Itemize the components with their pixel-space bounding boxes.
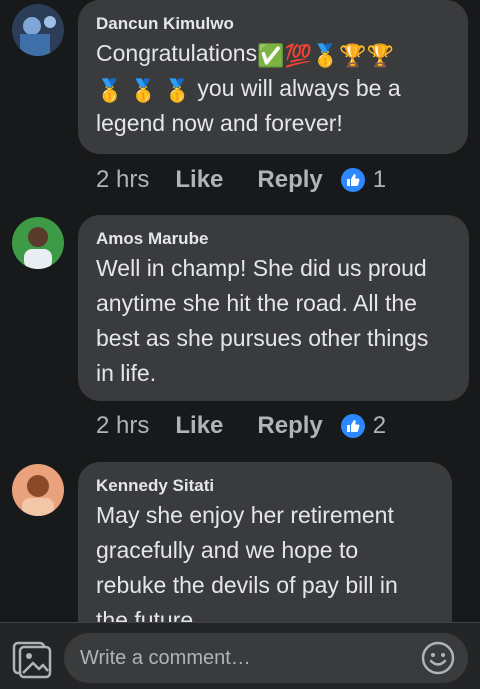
- avatar[interactable]: [12, 217, 64, 269]
- comment-text: Well in champ! She did us proud anytime …: [96, 255, 429, 386]
- comment-text-start: Congratulations: [96, 40, 258, 66]
- like-button[interactable]: Like: [175, 412, 223, 440]
- comment-text: May she enjoy her retirement gracefully …: [96, 502, 398, 622]
- avatar[interactable]: [12, 464, 64, 516]
- comment-text: Congratulations✅💯🥇🏆🏆 🥇 🥇 🥇 you will alwa…: [96, 36, 450, 141]
- comment-author[interactable]: Amos Marube: [96, 229, 451, 249]
- comment-timestamp[interactable]: 2 hrs: [96, 412, 149, 440]
- reaction-count-value: 1: [372, 166, 387, 193]
- comments-screen: Dancun Kimulwo Congratulations✅💯🥇🏆🏆 🥇 🥇 …: [0, 0, 480, 689]
- trophy-emoji-icon: 🏆: [339, 43, 367, 68]
- hundred-emoji-icon: 💯: [284, 43, 312, 68]
- medal-emoji-icon: 🥇: [311, 43, 340, 68]
- comment-input-placeholder: Write a comment…: [80, 646, 251, 669]
- comment-text-line2: you will always be a: [197, 75, 401, 101]
- medal-emoji-icon: 🥇: [96, 78, 124, 103]
- comment-text-line3: legend now and forever!: [96, 110, 343, 136]
- comment-author[interactable]: Dancun Kimulwo: [96, 14, 450, 34]
- comment-actions: 2 hrs Like Reply 2: [96, 412, 386, 440]
- check-emoji-icon: ✅: [257, 43, 285, 68]
- smiley-icon[interactable]: [420, 640, 456, 676]
- reaction-count-value: 2: [372, 412, 387, 439]
- thumbs-up-icon: [340, 414, 365, 438]
- like-button[interactable]: Like: [175, 166, 223, 194]
- trophy-emoji-icon: 🏆: [366, 43, 395, 68]
- comment-timestamp[interactable]: 2 hrs: [96, 166, 149, 194]
- reaction-count[interactable]: 2: [340, 412, 387, 440]
- comment-bubble[interactable]: Kennedy Sitati May she enjoy her retirem…: [78, 462, 452, 622]
- avatar[interactable]: [12, 4, 64, 56]
- reaction-count[interactable]: 1: [340, 166, 387, 194]
- reply-button[interactable]: Reply: [257, 412, 322, 440]
- comment-input[interactable]: Write a comment…: [64, 633, 468, 683]
- comment-composer: Write a comment…: [0, 622, 480, 689]
- medal-emoji-icon: 🥇: [163, 78, 191, 103]
- medal-emoji-icon: 🥇: [129, 78, 158, 103]
- comment-bubble[interactable]: Dancun Kimulwo Congratulations✅💯🥇🏆🏆 🥇 🥇 …: [78, 0, 468, 154]
- comment-author[interactable]: Kennedy Sitati: [96, 476, 434, 496]
- comment-list[interactable]: Dancun Kimulwo Congratulations✅💯🥇🏆🏆 🥇 🥇 …: [0, 0, 480, 622]
- comment-actions: 2 hrs Like Reply 1: [96, 166, 386, 194]
- photo-gallery-icon[interactable]: [12, 639, 52, 679]
- reply-button[interactable]: Reply: [257, 166, 322, 194]
- thumbs-up-icon: [340, 168, 365, 192]
- comment-bubble[interactable]: Amos Marube Well in champ! She did us pr…: [78, 215, 469, 401]
